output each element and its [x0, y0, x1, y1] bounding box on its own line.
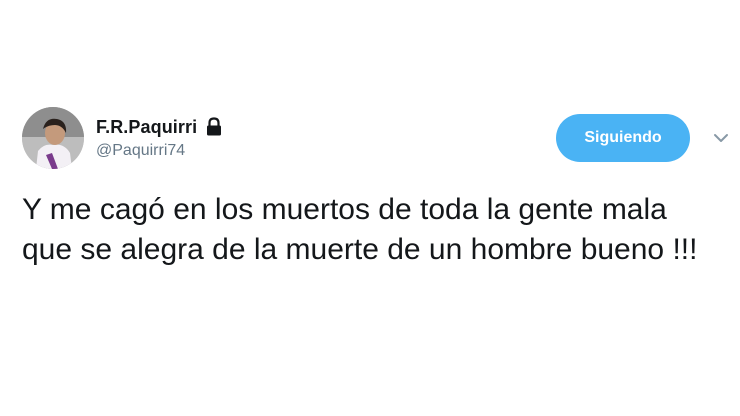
display-name[interactable]: F.R.Paquirri: [96, 117, 197, 138]
lock-icon: [205, 117, 223, 137]
user-handle[interactable]: @Paquirri74: [96, 142, 185, 160]
tweet: F.R.Paquirri @Paquirri74 Siguiendo Y me …: [0, 0, 740, 416]
chevron-down-icon[interactable]: [712, 131, 730, 145]
display-name-row: F.R.Paquirri: [96, 116, 223, 138]
following-button[interactable]: Siguiendo: [556, 114, 690, 162]
avatar[interactable]: [22, 107, 84, 169]
avatar-image: [22, 107, 84, 169]
tweet-text: Y me cagó en los muertos de toda la gent…: [22, 193, 698, 266]
